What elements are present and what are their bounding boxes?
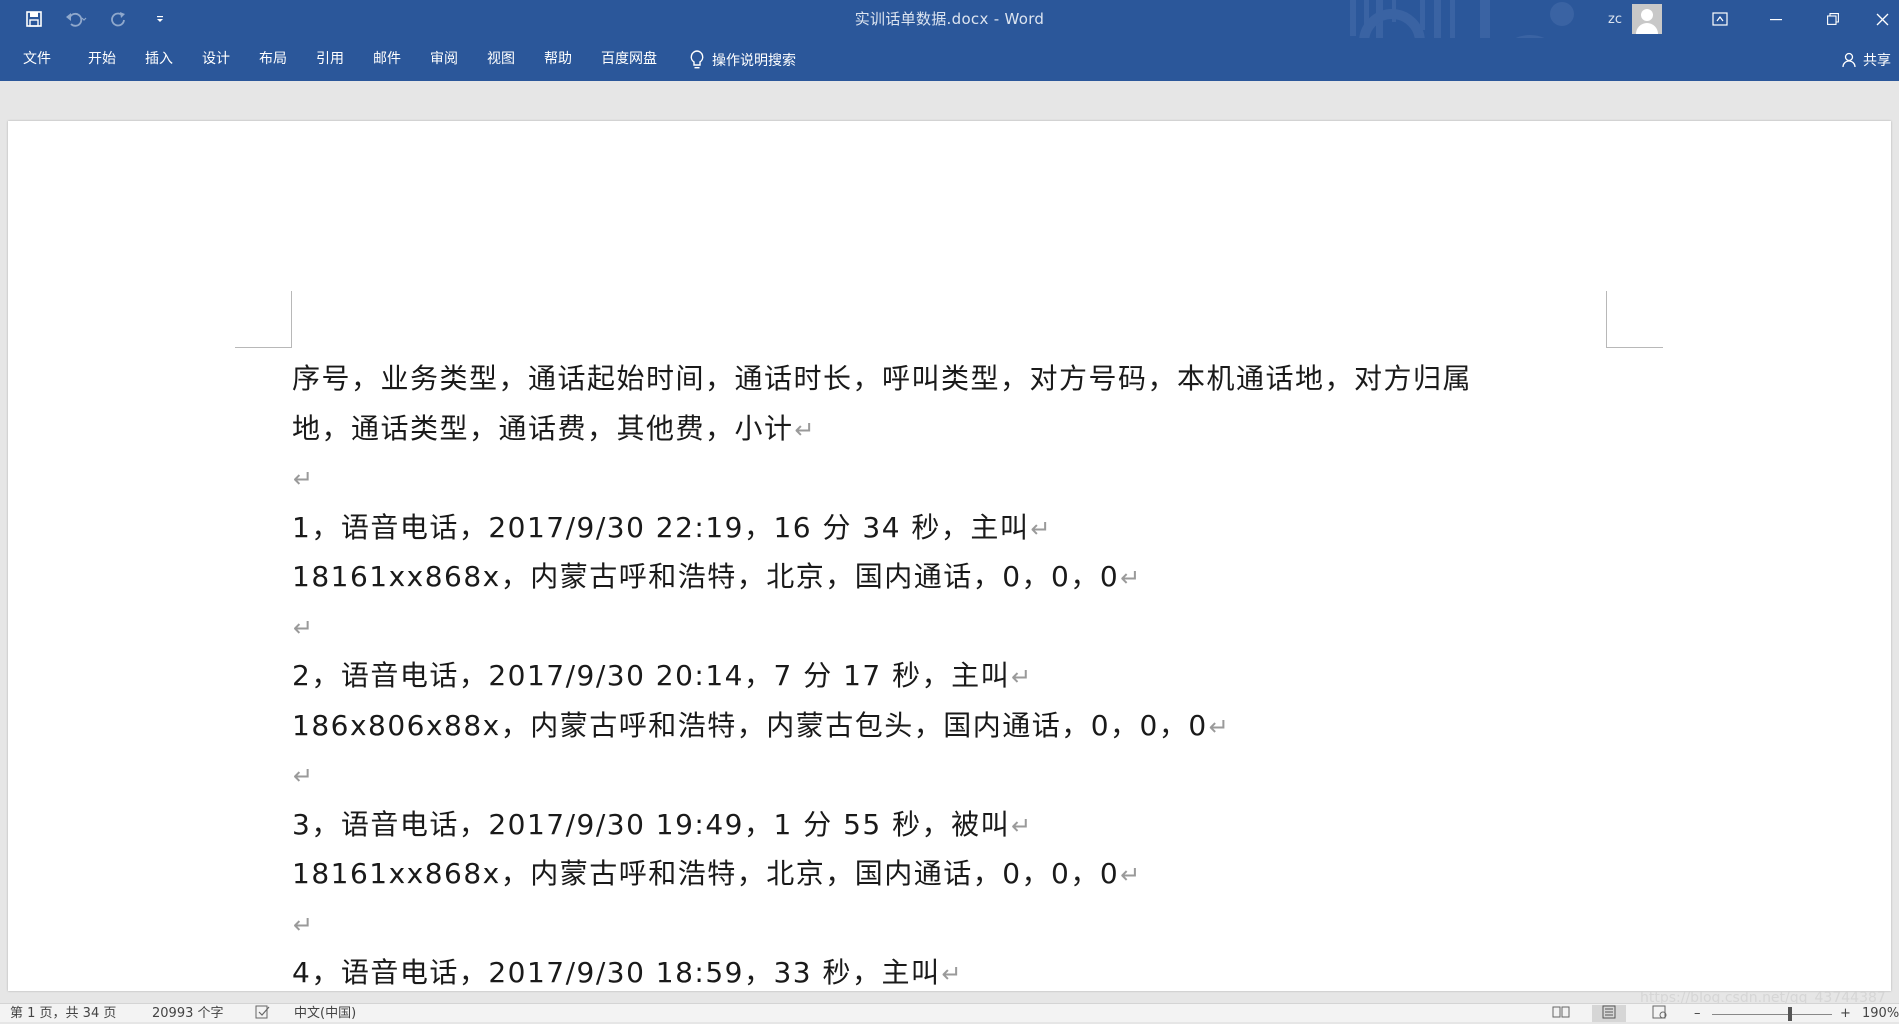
share-label: 共享 xyxy=(1863,52,1891,69)
close-icon xyxy=(1876,13,1889,25)
zoom-level[interactable]: 190% xyxy=(1862,1005,1899,1022)
minimize-button[interactable] xyxy=(1753,0,1799,38)
line-text: 地，通话类型，通话费，其他费，小计 xyxy=(292,411,794,445)
title-bar: 实训话单数据.docx - Word zc xyxy=(0,0,1899,38)
paragraph-mark: ↵ xyxy=(293,762,315,790)
tell-me-search[interactable]: 操作说明搜索 xyxy=(690,38,796,81)
paragraph-mark: ↵ xyxy=(1011,811,1033,840)
text-line: 地，通话类型，通话费，其他费，小计↵ xyxy=(292,404,1622,454)
line-text: 3，语音电话，2017/9/30 19:49，1 分 55 秒，被叫 xyxy=(292,807,1011,841)
minimize-icon xyxy=(1770,19,1782,21)
web-layout-button[interactable] xyxy=(1652,1005,1668,1024)
avatar-body xyxy=(1635,23,1658,34)
print-layout-button[interactable] xyxy=(1592,1005,1626,1022)
tab-view[interactable]: 视图 xyxy=(485,38,517,81)
text-line: 序号，业务类型，通话起始时间，通话时长，呼叫类型，对方号码，本机通话地，对方归属 xyxy=(292,354,1622,404)
line-text: 序号，业务类型，通话起始时间，通话时长，呼叫类型，对方号码，本机通话地，对方归属 xyxy=(292,362,1473,395)
tab-mailings[interactable]: 邮件 xyxy=(371,38,403,81)
paragraph-mark: ↵ xyxy=(1011,663,1033,691)
ribbon-display-options-button[interactable] xyxy=(1697,0,1743,38)
avatar-head xyxy=(1640,9,1653,21)
tab-layout[interactable]: 布局 xyxy=(257,38,289,81)
text-line: ↵ xyxy=(292,453,1622,503)
language-indicator[interactable]: 中文(中国) xyxy=(294,1005,356,1022)
line-text: 1，语音电话，2017/9/30 22:19，16 分 34 秒，主叫 xyxy=(292,510,1030,544)
crop-mark-top-right-horizontal xyxy=(1606,347,1663,348)
web-layout-icon xyxy=(1652,1005,1667,1019)
word-count[interactable]: 20993 个字 xyxy=(152,1005,224,1022)
paragraph-mark: ↵ xyxy=(1030,514,1053,543)
line-text: 186x806x88x，内蒙古呼和浩特，内蒙古包头，国内通话，0，0，0 xyxy=(292,708,1208,742)
restore-icon xyxy=(1827,13,1839,25)
line-text: 18161xx868x，内蒙古呼和浩特，北京，国内通话，0，0，0 xyxy=(292,560,1120,593)
text-line: 18161xx868x，内蒙古呼和浩特，北京，国内通话，0，0，0↵ xyxy=(292,552,1622,602)
paragraph-mark: ↵ xyxy=(1120,564,1142,592)
tab-home[interactable]: 开始 xyxy=(86,38,118,81)
paragraph-mark: ↵ xyxy=(293,465,315,493)
person-icon xyxy=(1842,52,1856,67)
page-count[interactable]: 第 1 页，共 34 页 xyxy=(10,1005,116,1022)
tab-design[interactable]: 设计 xyxy=(200,38,232,81)
tell-me-label: 操作说明搜索 xyxy=(712,52,796,69)
text-line: 4，语音电话，2017/9/30 18:59，33 秒，主叫↵ xyxy=(292,948,1622,998)
account-area[interactable]: zc xyxy=(1608,4,1662,34)
crop-mark-top-right-vertical xyxy=(1606,291,1607,347)
tab-review[interactable]: 审阅 xyxy=(428,38,460,81)
text-line: 186x806x88x，内蒙古呼和浩特，内蒙古包头，国内通话，0，0，0↵ xyxy=(292,701,1622,751)
paragraph-mark: ↵ xyxy=(1120,861,1142,889)
status-bar: 第 1 页，共 34 页 20993 个字 中文(中国) – + 190% xyxy=(0,1003,1899,1022)
text-line: 18161xx868x，内蒙古呼和浩特，北京，国内通话，0，0，0↵ xyxy=(292,849,1622,899)
crop-mark-top-left-horizontal xyxy=(235,347,292,348)
text-line: ↵ xyxy=(292,602,1622,652)
line-text: 4，语音电话，2017/9/30 18:59，33 秒，主叫 xyxy=(292,956,941,989)
tab-baidu-netdisk[interactable]: 百度网盘 xyxy=(599,38,659,81)
read-mode-icon xyxy=(1552,1006,1570,1018)
proofing-icon xyxy=(255,1005,270,1019)
line-text: 18161xx868x，内蒙古呼和浩特，北京，国内通话，0，0，0 xyxy=(292,857,1120,890)
tab-references[interactable]: 引用 xyxy=(314,38,346,81)
close-button[interactable] xyxy=(1866,0,1899,38)
crop-mark-top-left-vertical xyxy=(291,291,292,347)
tab-insert[interactable]: 插入 xyxy=(143,38,175,81)
paragraph-mark: ↵ xyxy=(941,960,964,988)
proofing-icon[interactable] xyxy=(255,1005,271,1024)
text-line: ↵ xyxy=(292,750,1622,800)
lightbulb-icon xyxy=(690,49,704,68)
paragraph-mark: ↵ xyxy=(1208,712,1231,741)
zoom-slider-track[interactable] xyxy=(1712,1014,1832,1015)
user-name: zc xyxy=(1608,11,1622,27)
document-page[interactable]: 序号，业务类型，通话起始时间，通话时长，呼叫类型，对方号码，本机通话地，对方归属… xyxy=(8,121,1891,991)
ribbon-display-icon xyxy=(1712,12,1728,26)
zoom-slider-thumb[interactable] xyxy=(1788,1007,1792,1021)
zoom-in-button[interactable]: + xyxy=(1840,1005,1851,1022)
text-line: 1，语音电话，2017/9/30 22:19，16 分 34 秒，主叫↵ xyxy=(292,503,1622,553)
text-line: 3，语音电话，2017/9/30 19:49，1 分 55 秒，被叫↵ xyxy=(292,800,1622,850)
line-text: 2，语音电话，2017/9/30 20:14，7 分 17 秒，主叫 xyxy=(292,659,1011,692)
share-button[interactable]: 共享 xyxy=(1842,38,1891,81)
tab-help[interactable]: 帮助 xyxy=(542,38,574,81)
paragraph-mark: ↵ xyxy=(293,910,315,939)
document-body[interactable]: 序号，业务类型，通话起始时间，通话时长，呼叫类型，对方号码，本机通话地，对方归属… xyxy=(292,354,1622,998)
document-area[interactable]: 序号，业务类型，通话起始时间，通话时长，呼叫类型，对方号码，本机通话地，对方归属… xyxy=(0,81,1899,991)
read-mode-button[interactable] xyxy=(1552,1005,1570,1024)
ribbon-tabs: 文件 开始 插入 设计 布局 引用 邮件 审阅 视图 帮助 百度网盘 操作说明搜… xyxy=(0,38,1899,81)
avatar[interactable] xyxy=(1631,4,1662,34)
text-line: ↵ xyxy=(292,899,1622,949)
paragraph-mark: ↵ xyxy=(794,415,817,444)
print-layout-icon xyxy=(1602,1005,1616,1019)
tab-file[interactable]: 文件 xyxy=(21,38,53,81)
zoom-out-button[interactable]: – xyxy=(1694,1005,1701,1022)
restore-button[interactable] xyxy=(1810,0,1856,38)
text-line: 2，语音电话，2017/9/30 20:14，7 分 17 秒，主叫↵ xyxy=(292,651,1622,701)
paragraph-mark: ↵ xyxy=(293,613,315,642)
